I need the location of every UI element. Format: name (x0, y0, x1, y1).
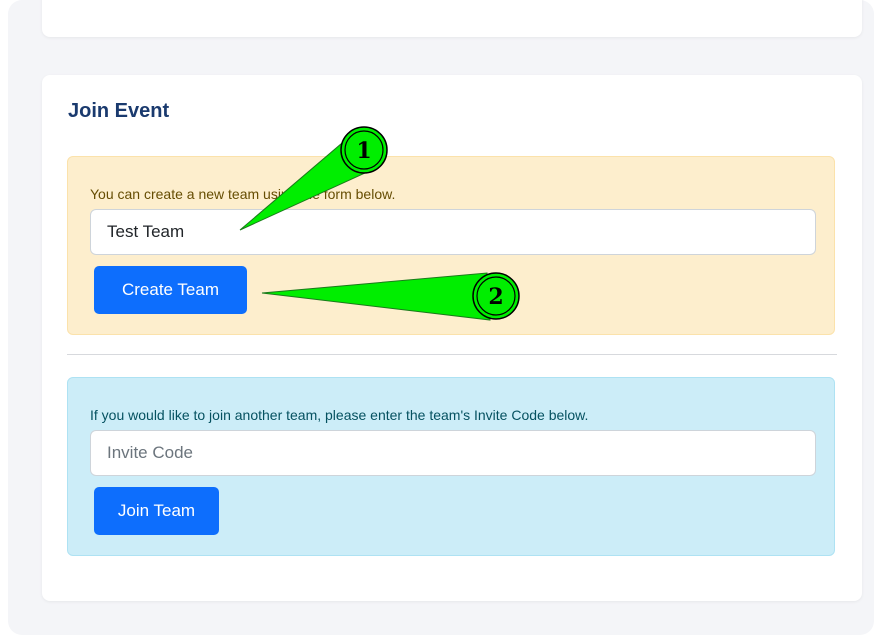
create-team-prompt: You can create a new team using the form… (90, 186, 396, 202)
create-team-panel: You can create a new team using the form… (67, 156, 835, 335)
join-team-prompt: If you would like to join another team, … (90, 407, 589, 423)
join-team-panel: If you would like to join another team, … (67, 377, 835, 556)
team-name-input[interactable] (90, 209, 816, 255)
join-event-card: Join Event You can create a new team usi… (42, 75, 862, 601)
join-team-button[interactable]: Join Team (94, 487, 219, 535)
section-divider (67, 354, 837, 355)
card-title: Join Event (68, 100, 170, 122)
create-team-button[interactable]: Create Team (94, 266, 247, 314)
invite-code-input[interactable] (90, 430, 816, 476)
previous-card (42, 0, 862, 37)
